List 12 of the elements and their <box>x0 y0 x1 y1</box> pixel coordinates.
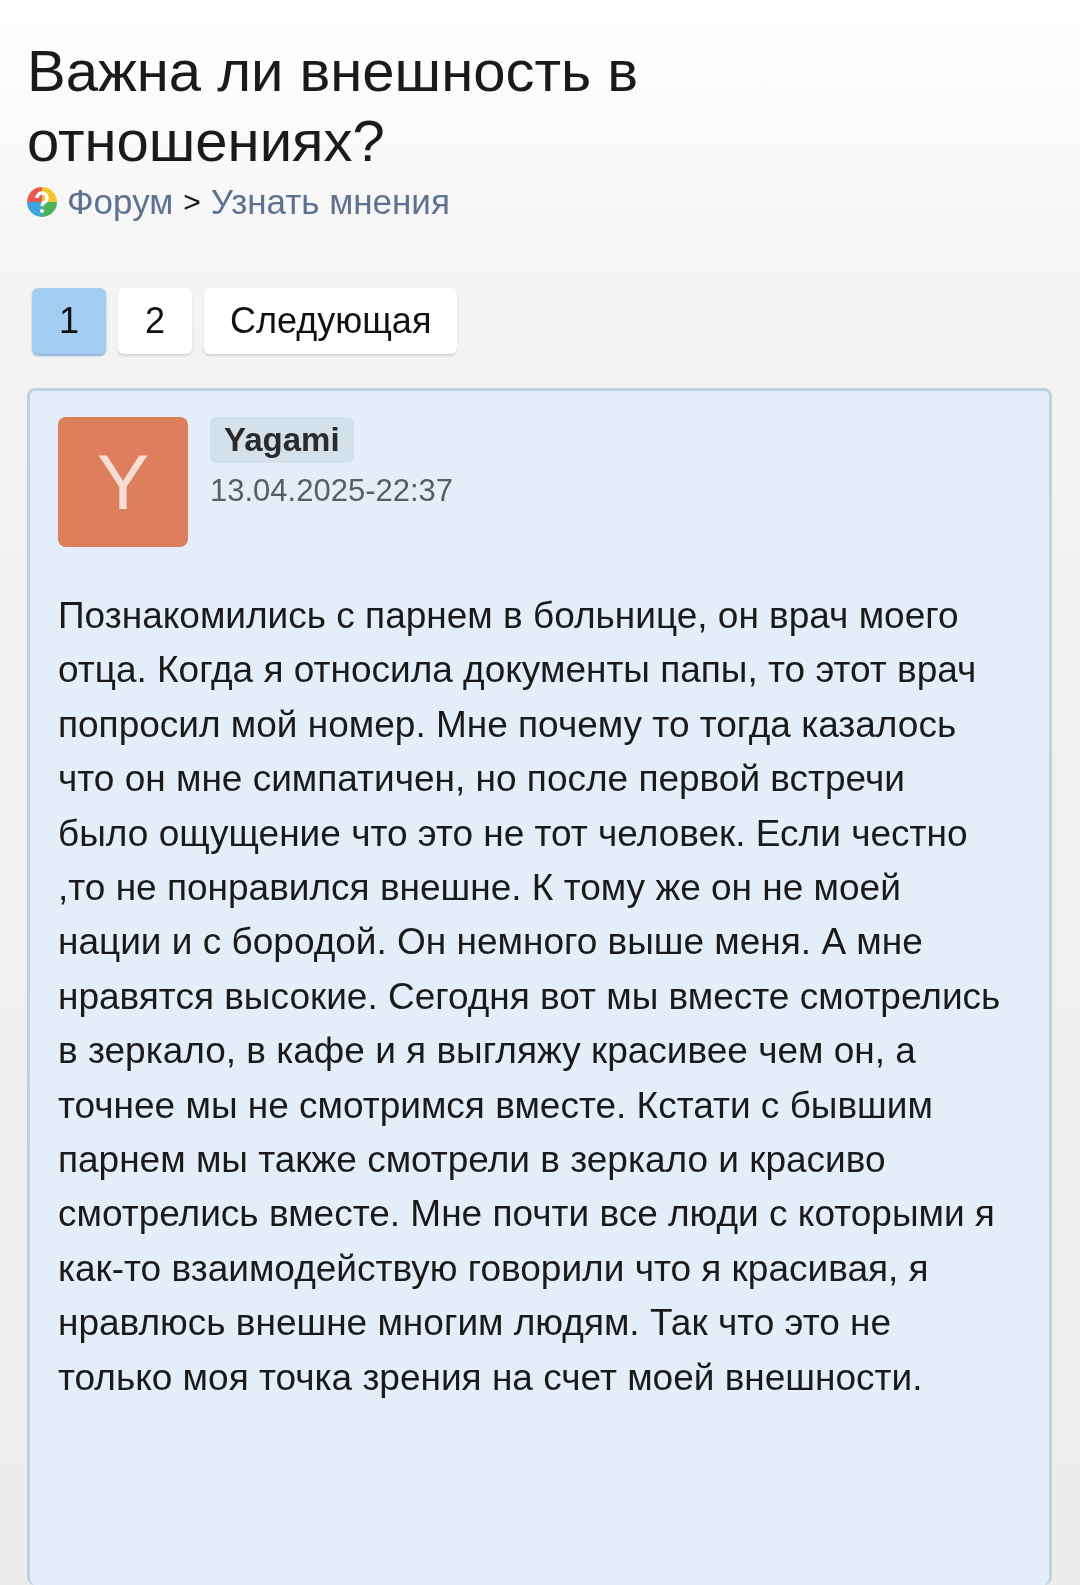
page-button[interactable]: 2 <box>118 288 192 354</box>
post-date: 13.04.2025-22:37 <box>210 473 454 509</box>
post-text: Познакомились с парнем в больнице, он врач моего отца. Когда я относила документы папы, то этот врач попросил мой номер. Мне почему то тогда казалось что он мне симпатичен, но после первой встречи было ощущение что это не тот человек. Если честно ,то не понравился внешне. К тому же он не моей нации и с бородой. Он немного выше меня. А мне нравятся высокие. Сегодня вот мы вместе смотрелись в зеркало, в кафе и я выгляжу красивее чем он, а точнее мы не смотримся вместе. Кстати с бывшим парнем мы также смотрели в зеркало и красиво смотрелись вместе. Мне почти все люди с которыми я как-то взаимодействую говорили что я красивая, я нравлюсь внешне многим людям. Так что это не только моя точка зрения на счет моей внешности. <box>58 594 1002 1400</box>
avatar: Y <box>58 417 188 547</box>
page-title: Важна ли внешность в отношениях? <box>27 37 640 175</box>
author-name[interactable]: Yagami <box>210 417 354 463</box>
page-button[interactable]: 1 <box>32 288 106 354</box>
breadcrumb-separator: > <box>183 185 201 219</box>
page-button[interactable]: Следующая <box>204 288 458 354</box>
breadcrumb-link[interactable]: Форум <box>67 182 174 222</box>
breadcrumb-link[interactable]: Узнать мнения <box>210 182 450 222</box>
question-icon <box>27 187 57 217</box>
